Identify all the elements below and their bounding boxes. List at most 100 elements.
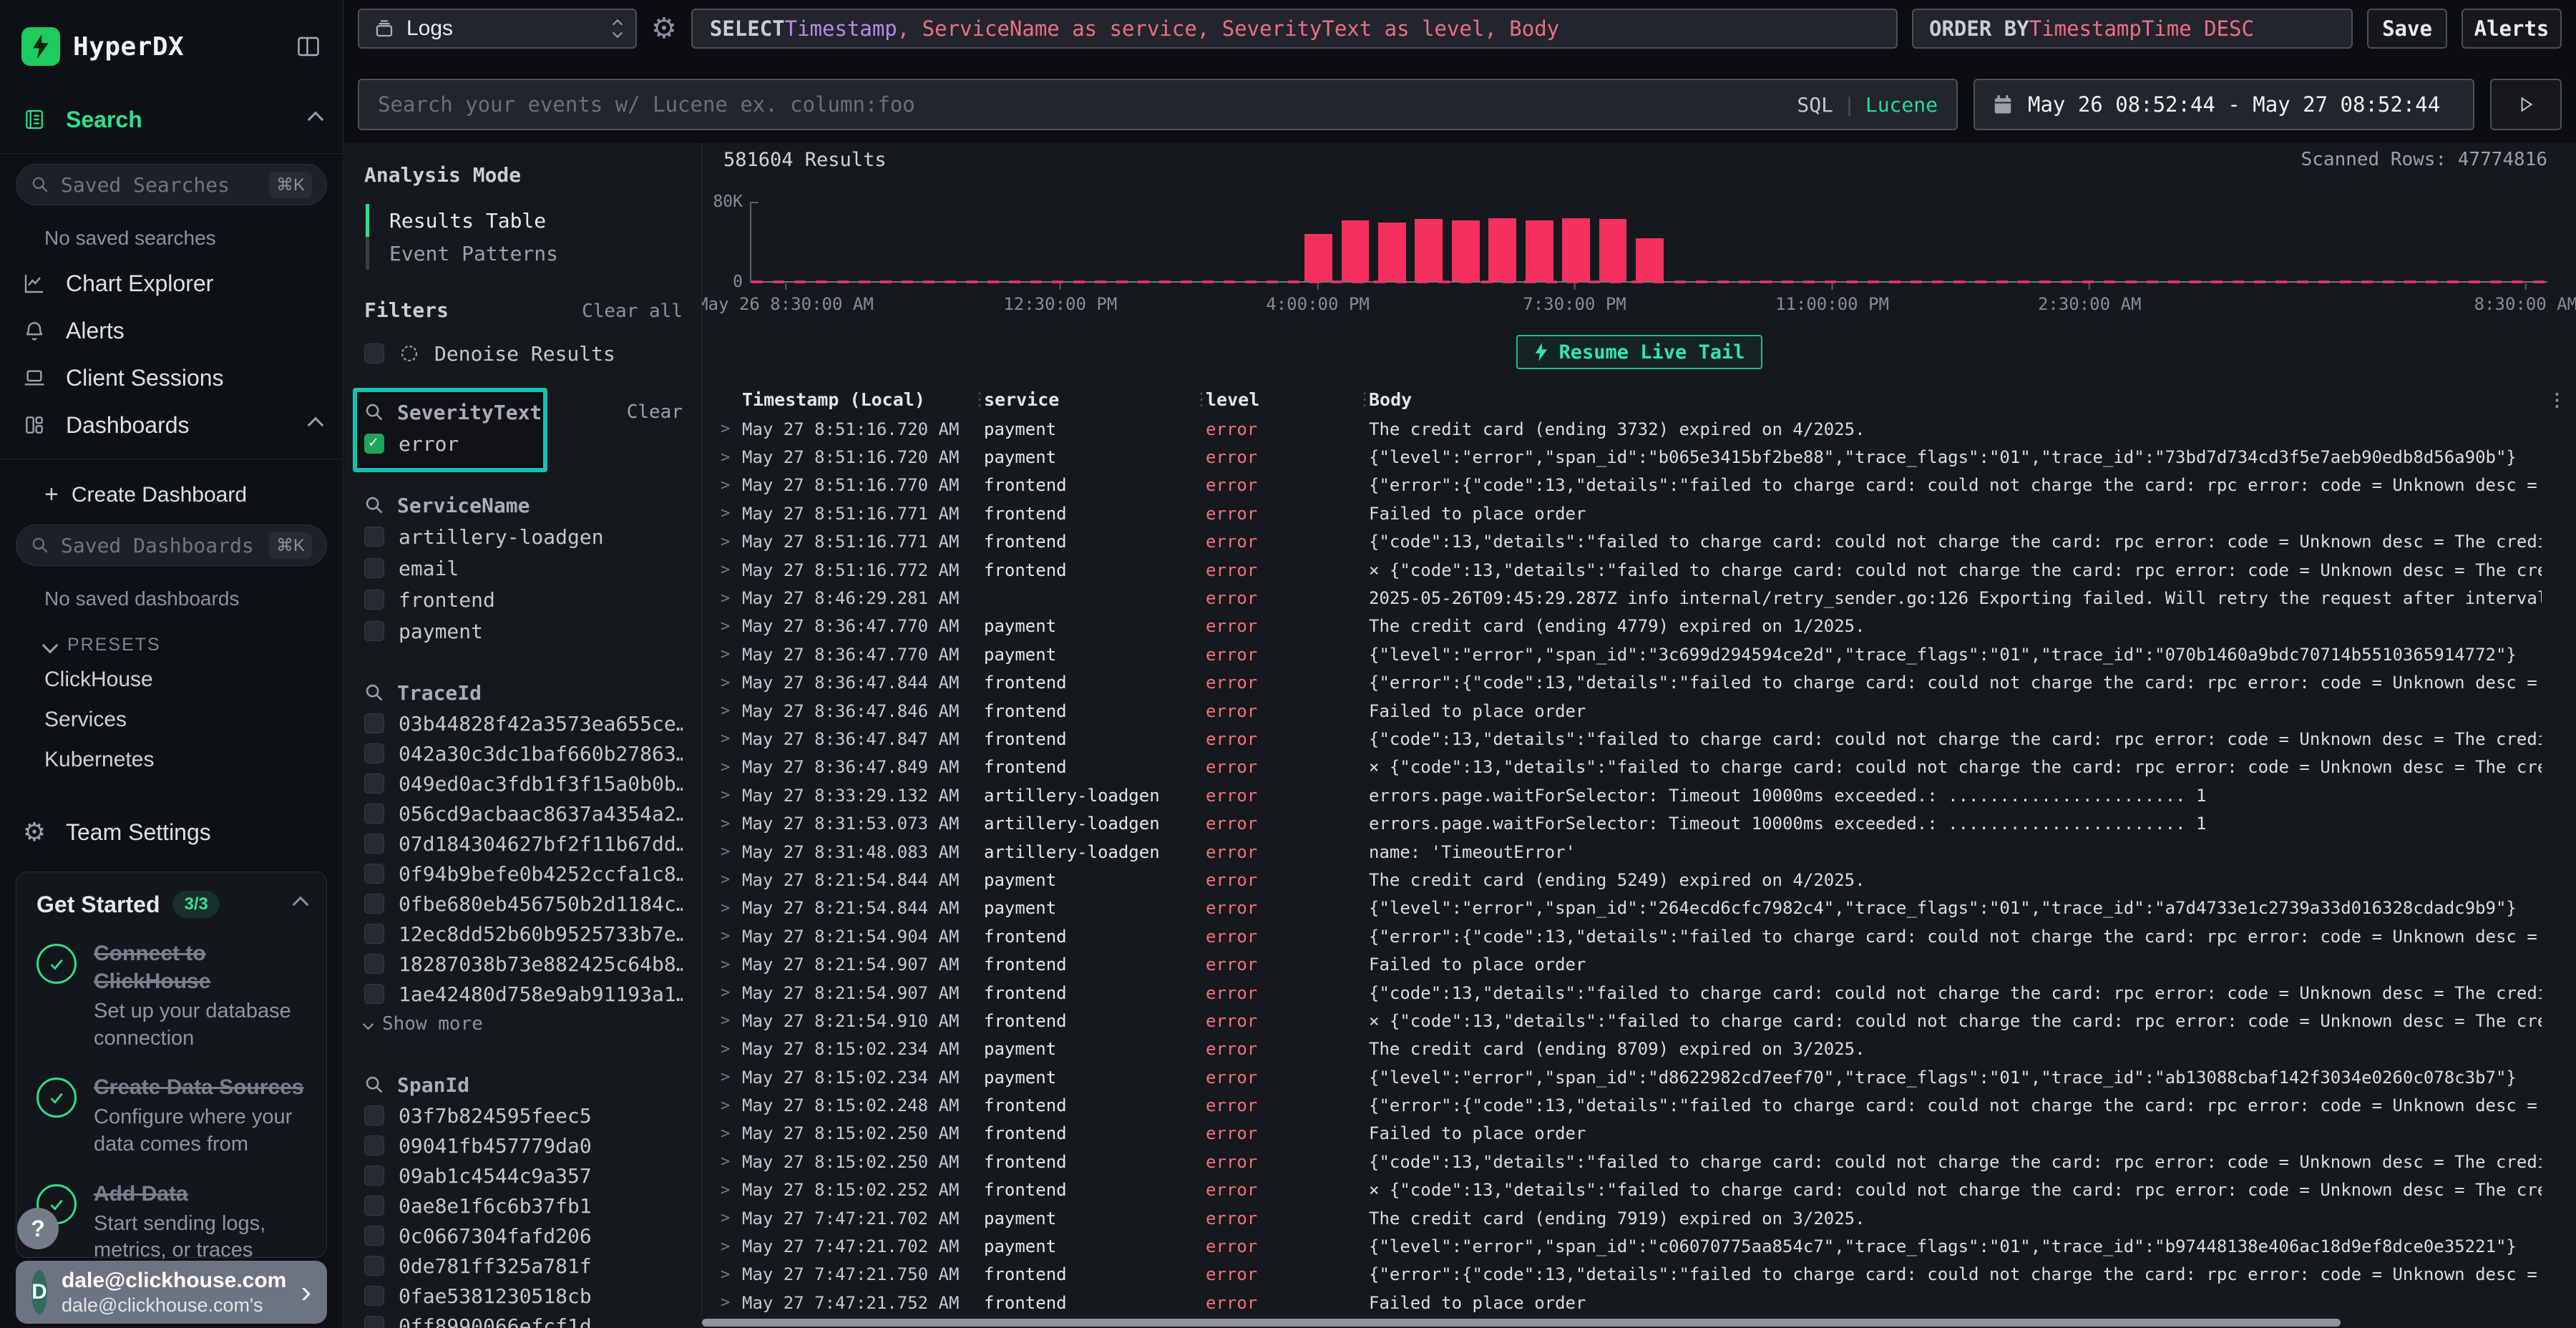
row-expand-chevron[interactable]: > <box>716 1238 742 1256</box>
run-query-button[interactable] <box>2490 79 2562 130</box>
row-expand-chevron[interactable]: > <box>716 645 742 663</box>
checkbox[interactable] <box>364 924 384 944</box>
source-select[interactable]: Logs <box>358 9 637 49</box>
table-row[interactable]: > May 27 8:21:54.904 AM frontend error {… <box>716 922 2573 950</box>
clear-all-filters-button[interactable]: Clear all <box>582 301 683 322</box>
row-expand-chevron[interactable]: > <box>716 449 742 467</box>
table-row[interactable]: > May 27 8:21:54.907 AM frontend error {… <box>716 979 2573 1007</box>
trace-show-more-button[interactable]: Show more <box>364 1009 683 1039</box>
filter-option[interactable]: 0f94b9befe0b4252ccfa1c8… <box>364 859 683 889</box>
filter-option[interactable]: payment <box>364 615 683 647</box>
resume-live-tail-button[interactable]: Resume Live Tail <box>1516 335 1762 369</box>
table-row[interactable]: > May 27 8:31:53.073 AM artillery-loadge… <box>716 809 2573 837</box>
clear-severity-filter-button[interactable]: Clear <box>627 401 683 423</box>
row-expand-chevron[interactable]: > <box>716 984 742 1002</box>
row-expand-chevron[interactable]: > <box>716 1153 742 1171</box>
severity-option-error[interactable]: error <box>364 428 683 459</box>
filter-option[interactable]: 0de781ff325a781f <box>364 1251 683 1281</box>
row-expand-chevron[interactable]: > <box>716 927 742 945</box>
filter-option[interactable]: 18287038b73e882425c64b8… <box>364 949 683 979</box>
checkbox[interactable] <box>364 984 384 1004</box>
filter-option[interactable]: 0ae8e1f6c6b37fb1 <box>364 1191 683 1221</box>
filter-option[interactable]: 09041fb457779da0 <box>364 1131 683 1161</box>
checkbox[interactable] <box>364 558 384 578</box>
row-expand-chevron[interactable]: > <box>716 899 742 917</box>
checkbox[interactable] <box>364 343 384 363</box>
table-row[interactable]: > May 27 8:36:47.849 AM frontend error ×… <box>716 753 2573 781</box>
select-columns-input[interactable]: SELECT Timestamp, ServiceName as service… <box>691 9 1898 49</box>
chevron-up-icon[interactable] <box>293 897 309 913</box>
sidebar-item-team-settings[interactable]: ⚙ Team Settings <box>0 809 343 856</box>
row-expand-chevron[interactable]: > <box>716 1097 742 1115</box>
column-header-timestamp[interactable]: Timestamp (Local) <box>742 389 971 410</box>
sidebar-item-alerts[interactable]: Alerts <box>0 307 343 354</box>
row-expand-chevron[interactable]: > <box>716 730 742 748</box>
table-row[interactable]: > May 27 8:15:02.250 AM frontend error F… <box>716 1120 2573 1148</box>
row-expand-chevron[interactable]: > <box>716 477 742 494</box>
filter-option[interactable]: 0fae5381230518cb <box>364 1281 683 1311</box>
search-icon[interactable] <box>364 495 384 515</box>
row-expand-chevron[interactable]: > <box>716 504 742 522</box>
column-header-body[interactable]: Body <box>1369 389 2542 410</box>
table-row[interactable]: > May 27 8:21:54.844 AM payment error Th… <box>716 866 2573 894</box>
row-expand-chevron[interactable]: > <box>716 871 742 889</box>
checkbox[interactable] <box>364 1226 384 1246</box>
saved-searches-input[interactable]: Saved Searches ⌘K <box>16 164 327 205</box>
checkbox[interactable] <box>364 713 384 733</box>
results-histogram[interactable]: 80K 0 May 26 8:30:00 AM12:30:00 PM4:00:0… <box>723 182 2547 301</box>
table-row[interactable]: > May 27 8:21:54.844 AM payment error {"… <box>716 894 2573 922</box>
row-expand-chevron[interactable]: > <box>716 815 742 833</box>
row-expand-chevron[interactable]: > <box>716 1294 742 1312</box>
table-row[interactable]: > May 27 7:47:21.750 AM frontend error {… <box>716 1261 2573 1289</box>
presets-toggle[interactable]: PRESETS <box>0 620 343 660</box>
table-row[interactable]: > May 27 8:15:02.252 AM frontend error ×… <box>716 1176 2573 1204</box>
column-separator[interactable]: ⋮ <box>1193 389 1206 409</box>
checkbox[interactable] <box>364 894 384 914</box>
preset-dashboard-link[interactable]: ClickHouse <box>0 660 343 700</box>
table-row[interactable]: > May 27 8:51:16.720 AM payment error {"… <box>716 443 2573 471</box>
event-search-input[interactable]: Search your events w/ Lucene ex. column:… <box>358 79 1958 130</box>
column-header-service[interactable]: service <box>984 389 1193 410</box>
table-row[interactable]: > May 27 8:51:16.770 AM frontend error {… <box>716 472 2573 499</box>
row-expand-chevron[interactable]: > <box>716 843 742 861</box>
table-row[interactable]: > May 27 8:51:16.771 AM frontend error {… <box>716 528 2573 556</box>
help-button[interactable]: ? <box>17 1208 59 1249</box>
table-row[interactable]: > May 27 8:51:16.772 AM frontend error ×… <box>716 556 2573 584</box>
checkbox[interactable] <box>364 804 384 824</box>
checkbox[interactable] <box>364 773 384 794</box>
filter-option[interactable]: 09ab1c4544c9a357 <box>364 1161 683 1191</box>
sidebar-item-chart-explorer[interactable]: Chart Explorer <box>0 260 343 307</box>
sidebar-item-dashboards[interactable]: Dashboards <box>0 401 343 449</box>
checkbox[interactable] <box>364 1286 384 1306</box>
checkbox[interactable] <box>364 1256 384 1276</box>
sidebar-item-search[interactable]: Search <box>0 96 343 143</box>
checkbox-checked[interactable] <box>364 434 384 454</box>
filter-option[interactable]: 12ec8dd52b60b9525733b7e… <box>364 919 683 949</box>
filter-option[interactable]: 1ae42480d758e9ab91193a1… <box>364 979 683 1009</box>
sidebar-item-client-sessions[interactable]: Client Sessions <box>0 354 343 401</box>
table-row[interactable]: > May 27 8:51:16.720 AM payment error Th… <box>716 415 2573 443</box>
checkbox[interactable] <box>364 1105 384 1126</box>
filter-option[interactable]: 03b44828f42a3573ea655ce… <box>364 708 683 738</box>
row-expand-chevron[interactable]: > <box>716 1266 742 1284</box>
table-row[interactable]: > May 27 8:36:47.846 AM frontend error F… <box>716 697 2573 725</box>
date-range-picker[interactable]: May 26 08:52:44 - May 27 08:52:44 <box>1974 79 2474 130</box>
row-expand-chevron[interactable]: > <box>716 1181 742 1199</box>
filter-option[interactable]: 03f7b824595feec5 <box>364 1100 683 1131</box>
row-expand-chevron[interactable]: > <box>716 533 742 551</box>
filter-option[interactable]: email <box>364 552 683 584</box>
search-icon[interactable] <box>364 683 384 703</box>
row-expand-chevron[interactable]: > <box>716 702 742 720</box>
alerts-button[interactable]: Alerts <box>2462 9 2562 49</box>
filter-option[interactable]: 042a30c3dc1baf660b27863… <box>364 738 683 768</box>
row-expand-chevron[interactable]: > <box>716 786 742 804</box>
row-expand-chevron[interactable]: > <box>716 1012 742 1030</box>
table-row[interactable]: > May 27 8:31:48.083 AM artillery-loadge… <box>716 838 2573 866</box>
checkbox[interactable] <box>364 834 384 854</box>
table-row[interactable]: > May 27 8:21:54.910 AM frontend error ×… <box>716 1007 2573 1035</box>
column-separator[interactable]: ⋮ <box>971 389 984 409</box>
table-row[interactable]: > May 27 8:15:02.250 AM frontend error {… <box>716 1148 2573 1176</box>
table-row[interactable]: > May 27 7:47:21.752 AM frontend error F… <box>716 1289 2573 1317</box>
sidebar-collapse-icon[interactable] <box>296 34 321 59</box>
table-row[interactable]: > May 27 8:15:02.248 AM frontend error {… <box>716 1091 2573 1119</box>
